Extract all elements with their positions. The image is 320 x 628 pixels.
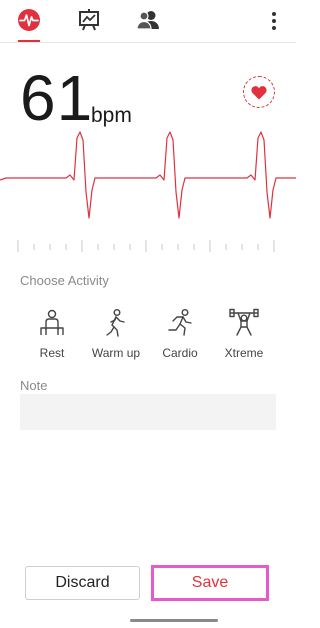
- time-ruler: [17, 240, 275, 252]
- ecg-icon: [18, 9, 40, 31]
- activity-xtreme[interactable]: Xtreme: [209, 308, 279, 360]
- walking-icon: [106, 309, 125, 337]
- note-label: Note: [20, 378, 48, 393]
- tab-profiles[interactable]: [134, 6, 162, 34]
- activity-cardio[interactable]: Cardio: [145, 308, 215, 360]
- top-tab-bar: [0, 0, 296, 43]
- activity-label: Cardio: [162, 346, 198, 360]
- note-input[interactable]: [20, 394, 276, 430]
- activity-rest[interactable]: Rest: [17, 308, 87, 360]
- home-indicator: [130, 619, 218, 622]
- running-icon: [168, 309, 192, 336]
- choose-activity-label: Choose Activity: [20, 273, 109, 288]
- weightlifting-icon: [229, 308, 259, 336]
- heart-icon: [251, 85, 267, 99]
- ecg-waveform: [0, 131, 296, 219]
- activity-warm-up[interactable]: Warm up: [81, 308, 151, 360]
- heart-rate-value: 61: [20, 62, 94, 134]
- discard-button[interactable]: Discard: [25, 566, 140, 600]
- activity-label: Rest: [39, 346, 65, 360]
- tab-history[interactable]: [75, 6, 103, 34]
- chart-icon: [79, 9, 99, 31]
- people-icon: [136, 11, 159, 30]
- activity-label: Warm up: [91, 346, 141, 360]
- favorite-heart-button[interactable]: [243, 76, 275, 108]
- save-button[interactable]: Save: [151, 565, 269, 601]
- more-options-icon[interactable]: [262, 8, 286, 34]
- active-tab-indicator: [18, 40, 40, 42]
- activity-label: Xtreme: [224, 346, 264, 360]
- rest-icon: [40, 309, 64, 335]
- tab-heart-rate[interactable]: [15, 6, 43, 34]
- heart-rate-unit: bpm: [91, 104, 132, 127]
